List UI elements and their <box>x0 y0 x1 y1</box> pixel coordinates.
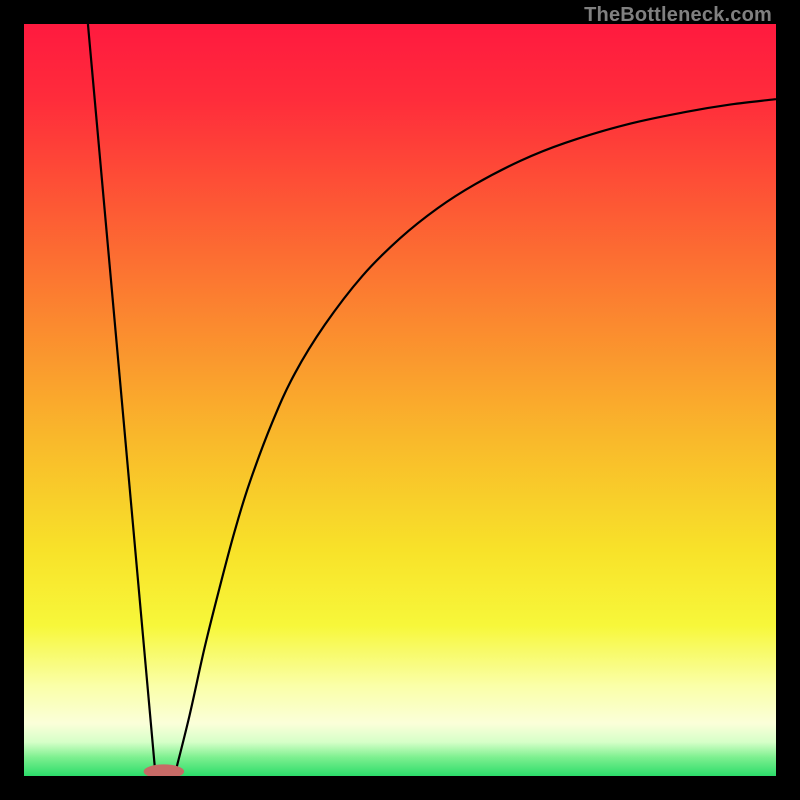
heatmap-background <box>24 24 776 776</box>
chart-frame <box>24 24 776 776</box>
watermark-text: TheBottleneck.com <box>584 4 772 27</box>
bottleneck-curve-chart <box>24 24 776 776</box>
